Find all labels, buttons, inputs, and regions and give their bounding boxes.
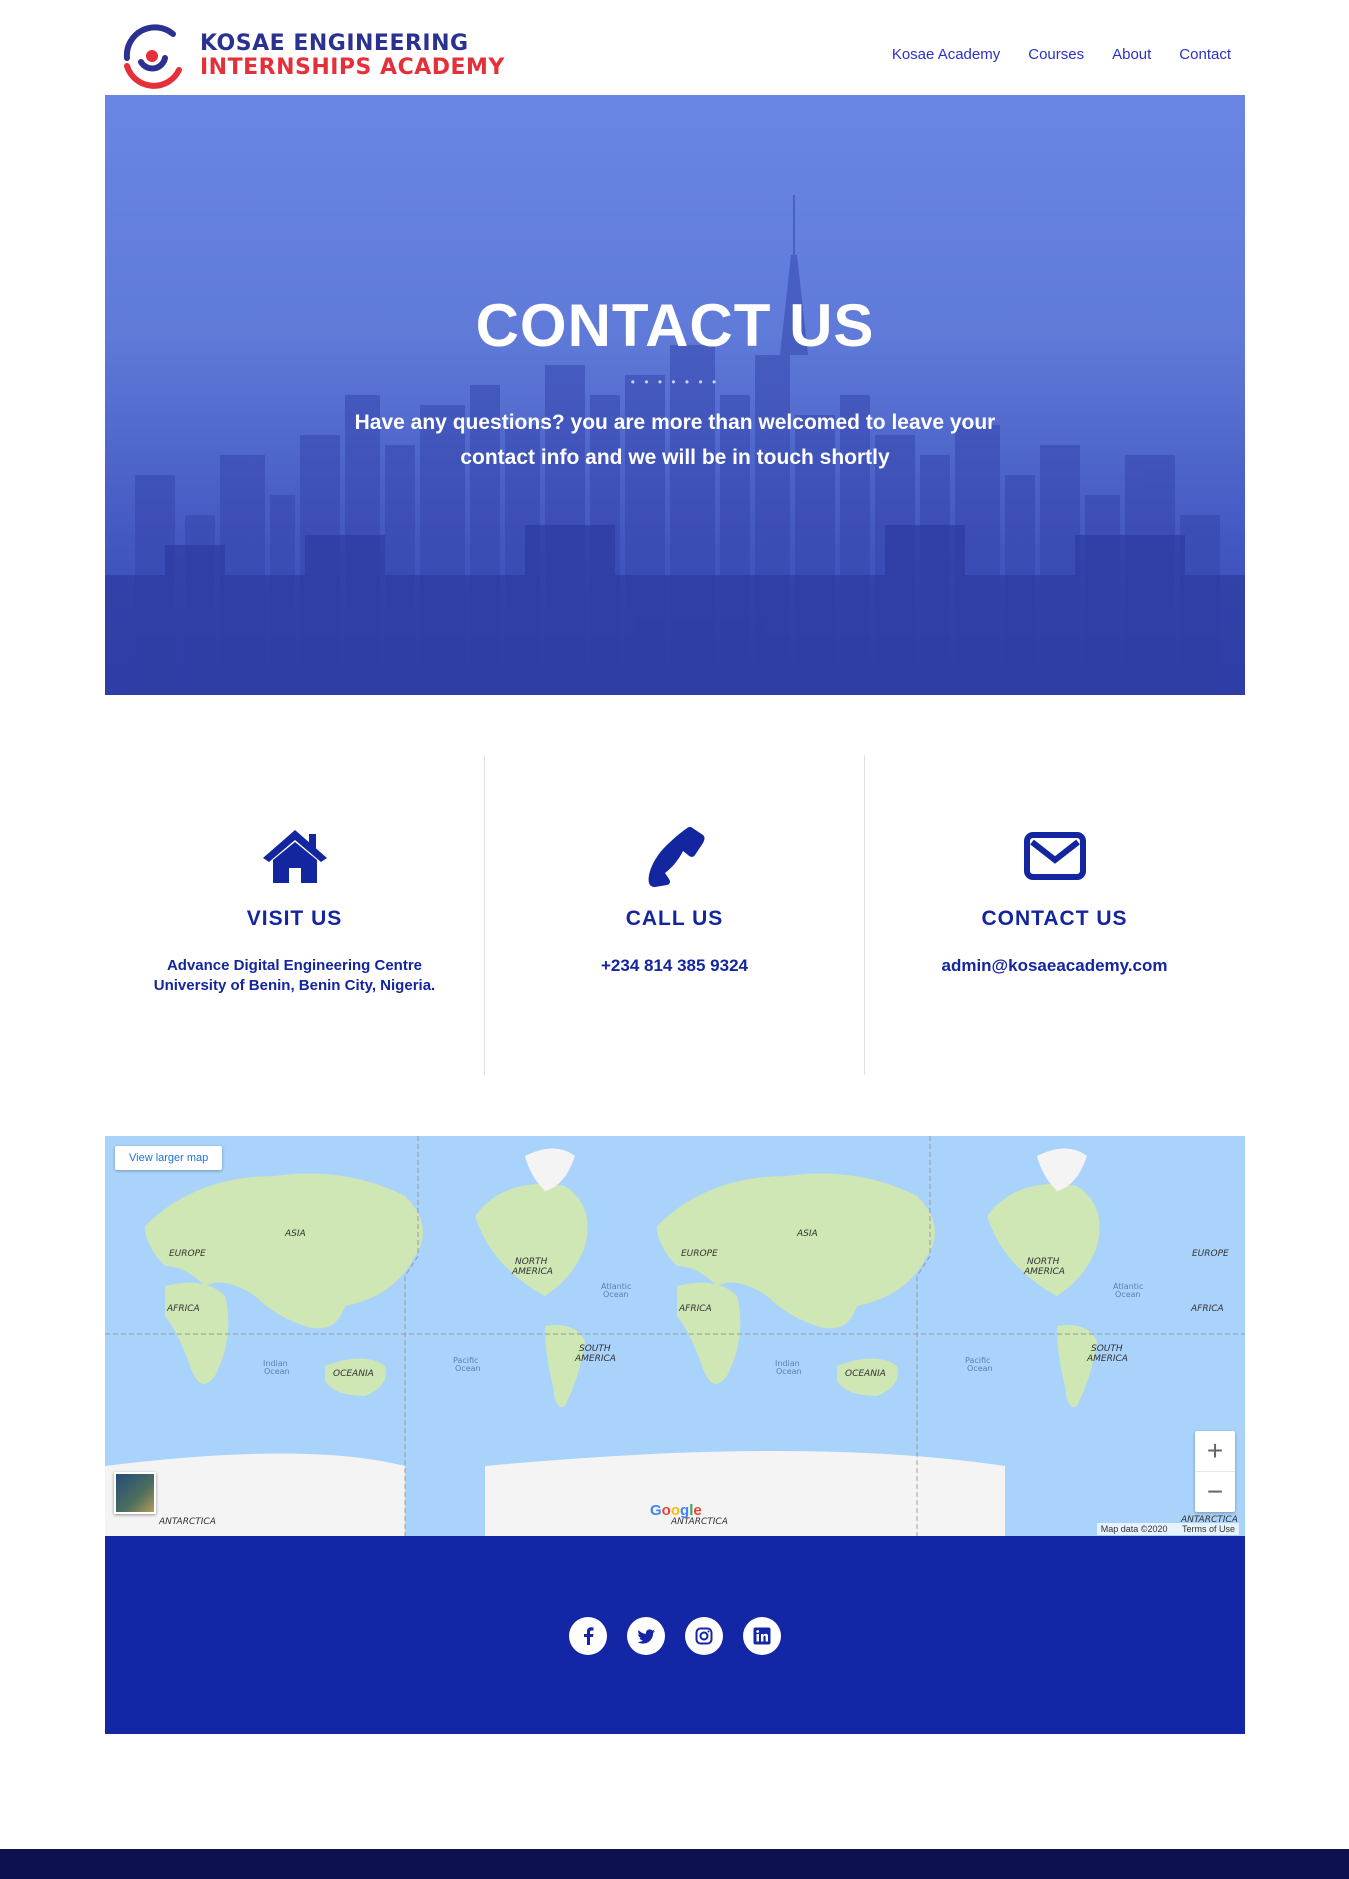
svg-text:EUROPE: EUROPE <box>169 1249 206 1259</box>
zoom-controls: + − <box>1195 1431 1235 1512</box>
facebook-icon[interactable] <box>569 1617 607 1655</box>
google-map[interactable]: ASIA EUROPE AFRICA OCEANIA NORTH AMERICA SOU… <box>105 1136 1245 1536</box>
map-attribution: Map data ©2020 Terms of Use <box>1096 1523 1239 1535</box>
phone-icon <box>485 825 864 887</box>
hero-subtitle: Have any questions? you are more than we… <box>354 411 996 469</box>
svg-text:ASIA: ASIA <box>284 1229 306 1239</box>
brand-logo[interactable]: KOSAE ENGINEERING INTERNSHIPS ACADEMY <box>115 18 505 93</box>
svg-text:Ocean: Ocean <box>455 1364 481 1373</box>
social-links <box>105 1617 1245 1655</box>
visit-us-title: VISIT US <box>246 907 343 930</box>
svg-text:SOUTH: SOUTH <box>579 1344 611 1354</box>
svg-text:Ocean: Ocean <box>264 1367 290 1376</box>
world-map-image: ASIAEUROPEAFRICA OCEANIANORTHAMERICA SOU… <box>105 1136 1245 1536</box>
address-line1: Advance Digital Engineering Centre <box>166 957 423 974</box>
contact-info: VISIT US Advance Digital Engineering Cen… <box>105 755 1245 1075</box>
svg-text:Ocean: Ocean <box>603 1290 629 1299</box>
svg-text:Ocean: Ocean <box>1115 1290 1141 1299</box>
contact-us-title: CONTACT US <box>981 907 1128 930</box>
email-column: CONTACT US admin@kosaeacademy.com <box>864 755 1244 1075</box>
svg-text:AMERICA: AMERICA <box>1023 1267 1065 1277</box>
zoom-in-button[interactable]: + <box>1195 1431 1235 1471</box>
brand-line2: INTERNSHIPS ACADEMY <box>200 54 505 80</box>
address-text: Advance Digital Engineering Centre Unive… <box>105 956 484 996</box>
nav-kosae-academy[interactable]: Kosae Academy <box>892 46 1000 63</box>
phone-number[interactable]: +234 814 385 9324 <box>485 956 864 976</box>
svg-text:ANTARCTICA: ANTARCTICA <box>158 1517 216 1527</box>
city-skyline-image <box>105 195 1245 695</box>
svg-text:AFRICA: AFRICA <box>166 1304 200 1314</box>
svg-text:NORTH: NORTH <box>515 1257 548 1267</box>
satellite-toggle[interactable] <box>114 1472 156 1514</box>
svg-text:SOUTH: SOUTH <box>1091 1344 1123 1354</box>
view-larger-map-link[interactable]: View larger map <box>115 1146 223 1170</box>
svg-text:EUROPE: EUROPE <box>681 1249 718 1259</box>
svg-text:AFRICA: AFRICA <box>678 1304 712 1314</box>
svg-text:OCEANIA: OCEANIA <box>845 1369 886 1379</box>
site-header: KOSAE ENGINEERING INTERNSHIPS ACADEMY Ko… <box>105 0 1245 95</box>
svg-text:ASIA: ASIA <box>796 1229 818 1239</box>
home-icon <box>105 825 484 887</box>
zoom-out-button[interactable]: − <box>1195 1471 1235 1512</box>
svg-text:Ocean: Ocean <box>967 1364 993 1373</box>
svg-text:NORTH: NORTH <box>1027 1257 1060 1267</box>
google-logo: Google <box>650 1502 702 1519</box>
nav-about[interactable]: About <box>1112 46 1151 63</box>
svg-text:OCEANIA: OCEANIA <box>333 1369 374 1379</box>
linkedin-icon[interactable] <box>743 1617 781 1655</box>
title-divider: • • • • • • • <box>630 375 720 389</box>
target-logo-icon <box>123 24 182 89</box>
nav-contact[interactable]: Contact <box>1179 46 1231 63</box>
hero-banner: CONTACT US • • • • • • • Have any questi… <box>105 95 1245 695</box>
svg-text:AFRICA: AFRICA <box>1190 1304 1224 1314</box>
page-title: CONTACT US <box>475 292 875 359</box>
svg-text:EUROPE: EUROPE <box>1192 1249 1229 1259</box>
svg-text:AMERICA: AMERICA <box>1086 1354 1128 1364</box>
map-data-text: Map data ©2020 <box>1100 1524 1168 1534</box>
terms-link[interactable]: Terms of Use <box>1182 1524 1235 1534</box>
call-us-title: CALL US <box>625 907 724 930</box>
brand-line1: KOSAE ENGINEERING <box>200 30 469 56</box>
address-line2: University of Benin, Benin City, Nigeria… <box>153 977 436 994</box>
twitter-icon[interactable] <box>627 1617 665 1655</box>
svg-text:AMERICA: AMERICA <box>574 1354 616 1364</box>
call-us-column: CALL US +234 814 385 9324 <box>484 755 864 1075</box>
visit-us-column: VISIT US Advance Digital Engineering Cen… <box>105 755 484 1075</box>
envelope-icon <box>865 825 1244 887</box>
bottom-bar <box>0 1849 1349 1879</box>
nav-courses[interactable]: Courses <box>1028 46 1084 63</box>
svg-text:AMERICA: AMERICA <box>511 1267 553 1277</box>
main-nav: Kosae Academy Courses About Contact <box>892 46 1231 63</box>
social-footer <box>105 1536 1245 1734</box>
email-address[interactable]: admin@kosaeacademy.com <box>865 956 1244 976</box>
svg-text:Ocean: Ocean <box>776 1367 802 1376</box>
instagram-icon[interactable] <box>685 1617 723 1655</box>
